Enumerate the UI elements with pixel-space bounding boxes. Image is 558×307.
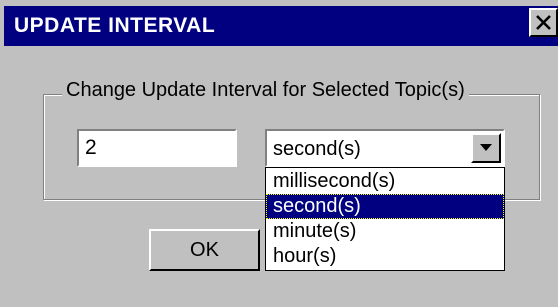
- ok-button[interactable]: OK: [149, 229, 260, 271]
- dropdown-button[interactable]: [471, 133, 501, 163]
- dialog-title: UPDATE INTERVAL: [14, 14, 216, 37]
- unit-option-millisecond[interactable]: millisecond(s): [266, 169, 504, 194]
- close-button[interactable]: [529, 8, 558, 37]
- unit-option-minute[interactable]: minute(s): [266, 219, 504, 244]
- unit-select[interactable]: second(s): [265, 129, 505, 167]
- groupbox-label: Change Update Interval for Selected Topi…: [62, 79, 469, 102]
- title-bar[interactable]: UPDATE INTERVAL: [4, 6, 558, 46]
- interval-value-input[interactable]: [77, 129, 237, 167]
- update-interval-dialog: UPDATE INTERVAL Change Update Interval f…: [0, 0, 558, 307]
- chevron-down-icon: [480, 144, 492, 151]
- unit-dropdown-list[interactable]: millisecond(s) second(s) minute(s) hour(…: [265, 167, 505, 271]
- unit-select-value: second(s): [273, 138, 361, 160]
- unit-option-hour[interactable]: hour(s): [266, 244, 504, 269]
- close-icon: [536, 15, 551, 30]
- unit-option-second[interactable]: second(s): [266, 194, 504, 219]
